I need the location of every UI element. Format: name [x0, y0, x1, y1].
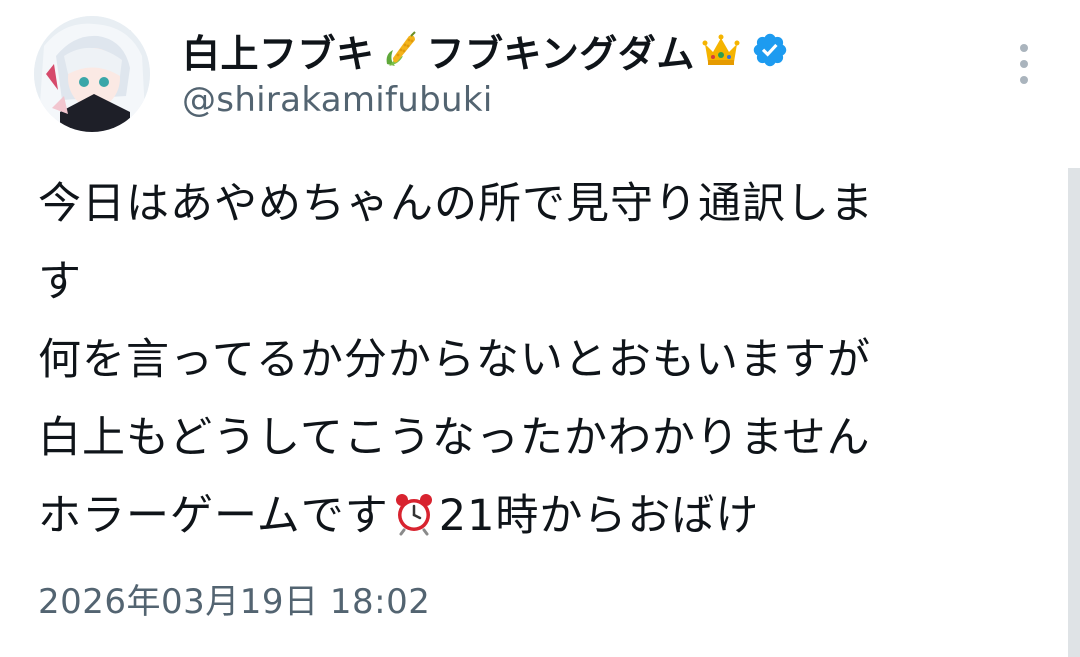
tweet-timestamp[interactable]: 2026年03月19日 18:02 [38, 574, 430, 623]
tweet-line: 白上もどうしてこうなったかわかりません [38, 413, 871, 463]
author-handle[interactable]: @shirakamifubuki [182, 80, 493, 120]
more-dot-icon [1020, 44, 1028, 52]
tweet-line: 何を言ってるか分からないとおもいますが [38, 335, 871, 385]
author-name-part2[interactable]: フブキングダム [427, 23, 695, 78]
tweet-line: ホラーゲームです 21時からおばけ [38, 477, 1018, 555]
more-options-button[interactable] [1006, 40, 1042, 88]
tweet-line: 今日はあやめちゃんの所で見守り通訳しま [38, 179, 874, 229]
tweet-text: 今日はあやめちゃんの所で見守り通訳しま す 何を言ってるか分からないとおもいます… [38, 165, 1018, 555]
avatar-image [34, 16, 150, 132]
tweet-line-text: ホラーゲームです [38, 491, 389, 541]
alarm-clock-icon [391, 490, 437, 536]
tweet: 白上フブキ フブキングダム @shirakamifubuki 今日はあやめちゃん… [0, 0, 1080, 657]
scrollbar[interactable] [1068, 168, 1080, 657]
crown-icon [701, 30, 741, 70]
author-name-part1[interactable]: 白上フブキ [182, 23, 375, 78]
author-name-row[interactable]: 白上フブキ フブキングダム [182, 24, 789, 76]
more-dot-icon [1020, 60, 1028, 68]
corn-icon [381, 30, 421, 70]
more-dot-icon [1020, 76, 1028, 84]
tweet-line: す [38, 257, 82, 307]
avatar[interactable] [34, 16, 150, 132]
verified-badge-icon[interactable] [751, 31, 789, 69]
tweet-line-text: 21時からおばけ [438, 491, 760, 541]
